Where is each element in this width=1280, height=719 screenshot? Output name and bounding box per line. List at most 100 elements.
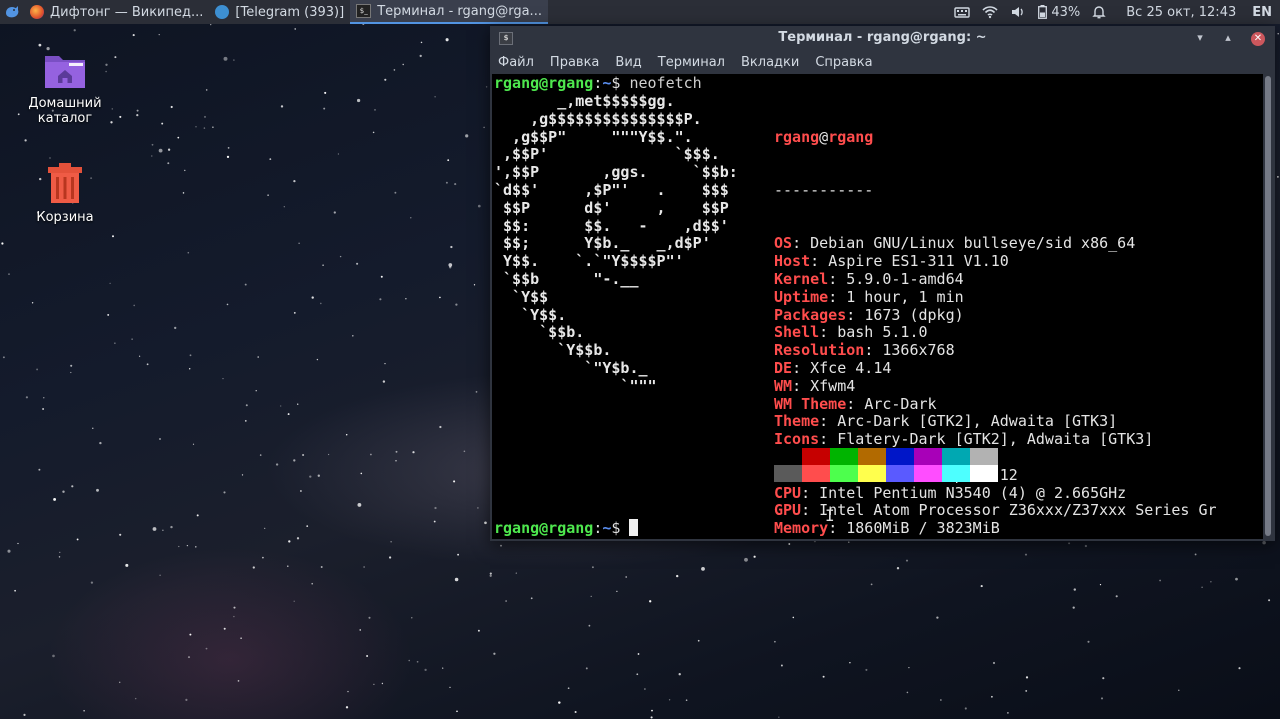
terminal-output[interactable]: rgang@rgang:~$ neofetch _,met$$$$$gg. ,g… xyxy=(492,74,1263,539)
mouse-ibeam-cursor: I xyxy=(825,506,835,525)
info-value: Arc-Dark xyxy=(864,394,937,413)
menu-terminal[interactable]: Терминал xyxy=(650,55,733,70)
menu-view[interactable]: Вид xyxy=(607,55,649,70)
palette-swatch xyxy=(914,448,942,465)
menu-edit[interactable]: Правка xyxy=(542,55,607,70)
task-label: Терминал - rgang@rga... xyxy=(377,3,542,19)
info-value: 5.9.0-1-amd64 xyxy=(846,269,964,288)
menu-file[interactable]: Файл xyxy=(490,55,542,70)
info-colon: : xyxy=(819,412,829,431)
wifi-icon[interactable] xyxy=(982,5,998,19)
active-prompt-line: rgang@rgang:~$ xyxy=(494,519,639,538)
logo-line: `Y$$b. xyxy=(494,341,612,360)
info-value: Intel Atom Processor Z36xxx/Z37xxx Serie… xyxy=(819,501,1217,520)
desktop-icon-trash[interactable]: Корзина xyxy=(17,162,113,225)
prompt-sign: $ xyxy=(611,519,621,537)
info-row: Resolution: 1366x768 xyxy=(774,341,1217,360)
info-row: WM: Xfwm4 xyxy=(774,376,1217,396)
info-value: bash 5.1.0 xyxy=(837,323,928,342)
minimize-button[interactable]: ▾ xyxy=(1191,29,1209,47)
task-label: [Telegram (393)] xyxy=(235,4,345,20)
palette-swatch xyxy=(830,448,858,465)
home-label-1: Домашний xyxy=(28,96,102,111)
notification-bell-icon[interactable] xyxy=(1092,5,1106,19)
system-tray: 43% Вс 25 окт, 12:43 EN xyxy=(954,0,1280,24)
menu-help[interactable]: Справка xyxy=(807,55,880,70)
info-value: 1 hour, 1 min xyxy=(846,287,964,306)
info-colon: : xyxy=(801,483,811,502)
logo-line: $$: $$. - ,d$$' xyxy=(494,216,729,235)
task-terminal[interactable]: $_ Терминал - rgang@rga... xyxy=(350,0,548,24)
palette-swatch xyxy=(970,448,998,465)
trash-label: Корзина xyxy=(36,210,94,225)
palette-swatch xyxy=(942,465,970,482)
info-separator: ----------- xyxy=(774,180,874,199)
prompt-sign: $ xyxy=(611,74,621,92)
palette-swatch xyxy=(774,465,802,482)
palette-swatch xyxy=(886,448,914,465)
task-label: Дифтонг — Википед... xyxy=(50,4,204,20)
info-row: DE: Xfce 4.14 xyxy=(774,359,1217,378)
info-host: rgang xyxy=(828,127,874,146)
info-value: Aspire ES1-311 V1.10 xyxy=(828,252,1009,271)
info-value: 1366x768 xyxy=(882,341,955,360)
palette-row-bright xyxy=(774,465,998,482)
info-key: OS xyxy=(774,234,793,253)
desktop-icon-home[interactable]: Домашний каталог xyxy=(17,50,113,126)
window-titlebar[interactable]: $ Терминал - rgang@rgang: ~ ▾ ▴ ✕ xyxy=(490,26,1275,50)
color-palette xyxy=(774,448,998,482)
info-key: GPU xyxy=(774,501,802,520)
scrollbar-thumb[interactable] xyxy=(1265,76,1271,536)
top-panel: Дифтонг — Википед... [Telegram (393)] $_… xyxy=(0,0,1280,24)
palette-swatch xyxy=(942,448,970,465)
info-key: WM xyxy=(774,376,793,395)
info-key: WM Theme xyxy=(774,394,847,413)
trash-icon xyxy=(48,163,82,203)
logo-line: `Y$$ xyxy=(494,287,549,306)
palette-swatch xyxy=(914,465,942,482)
info-colon: : xyxy=(792,234,802,253)
terminal-icon: $_ xyxy=(356,4,372,18)
terminal-scrollbar[interactable] xyxy=(1263,74,1273,539)
logo-line: ',$$P ,ggs. `$$b: xyxy=(494,163,738,182)
info-value: Arc-Dark [GTK2], Adwaita [GTK3] xyxy=(837,412,1118,431)
xfce-menu-button[interactable] xyxy=(0,0,24,24)
info-colon: : xyxy=(801,501,811,520)
logo-line: `""" xyxy=(494,376,657,395)
prompt-user: rgang@rgang xyxy=(494,74,594,92)
info-row: Memory: 1860MiB / 3823MiB xyxy=(774,519,1217,538)
battery-indicator[interactable]: 43% xyxy=(1038,5,1080,20)
clock[interactable]: Вс 25 окт, 12:43 xyxy=(1118,5,1236,20)
palette-swatch xyxy=(802,465,830,482)
keyboard-indicator-icon[interactable] xyxy=(954,5,971,19)
logo-line: ,g$$$$$$$$$$$$$$$P. xyxy=(494,109,702,128)
maximize-button[interactable]: ▴ xyxy=(1219,29,1237,47)
close-button[interactable]: ✕ xyxy=(1251,32,1265,46)
info-value: 1860MiB / 3823MiB xyxy=(846,519,1000,538)
volume-icon[interactable] xyxy=(1010,5,1026,19)
info-row: Uptime: 1 hour, 1 min xyxy=(774,287,1217,307)
palette-swatch xyxy=(802,448,830,465)
logo-line: `d$$' ,$P"' . $$$ xyxy=(494,180,729,199)
logo-line: ,g$$P" """Y$$.". xyxy=(494,127,693,146)
palette-swatch xyxy=(830,465,858,482)
info-key: Kernel xyxy=(774,269,829,288)
task-telegram[interactable]: [Telegram (393)] xyxy=(209,0,350,24)
info-value: Xfwm4 xyxy=(810,376,856,395)
info-key: Resolution xyxy=(774,341,865,360)
task-firefox[interactable]: Дифтонг — Википед... xyxy=(24,0,209,24)
telegram-icon xyxy=(215,5,230,19)
logo-line: `"Y$b._ xyxy=(494,358,648,377)
info-row: Kernel: 5.9.0-1-amd64 xyxy=(774,269,1217,289)
menu-tabs[interactable]: Вкладки xyxy=(733,55,807,70)
info-key: Shell xyxy=(774,323,820,342)
menubar: Файл Правка Вид Терминал Вкладки Справка xyxy=(490,50,1275,74)
debian-ascii-logo: _,met$$$$$gg. ,g$$$$$$$$$$$$$$$P. ,g$$P"… xyxy=(494,92,738,396)
keyboard-layout[interactable]: EN xyxy=(1248,5,1272,20)
palette-swatch xyxy=(858,465,886,482)
info-user: rgang xyxy=(774,127,820,146)
info-row: Packages: 1673 (dpkg) xyxy=(774,306,1217,325)
home-label-2: каталог xyxy=(37,111,93,126)
logo-line: $$; Y$b._ _,d$P' xyxy=(494,234,711,253)
home-folder-icon xyxy=(45,56,85,88)
